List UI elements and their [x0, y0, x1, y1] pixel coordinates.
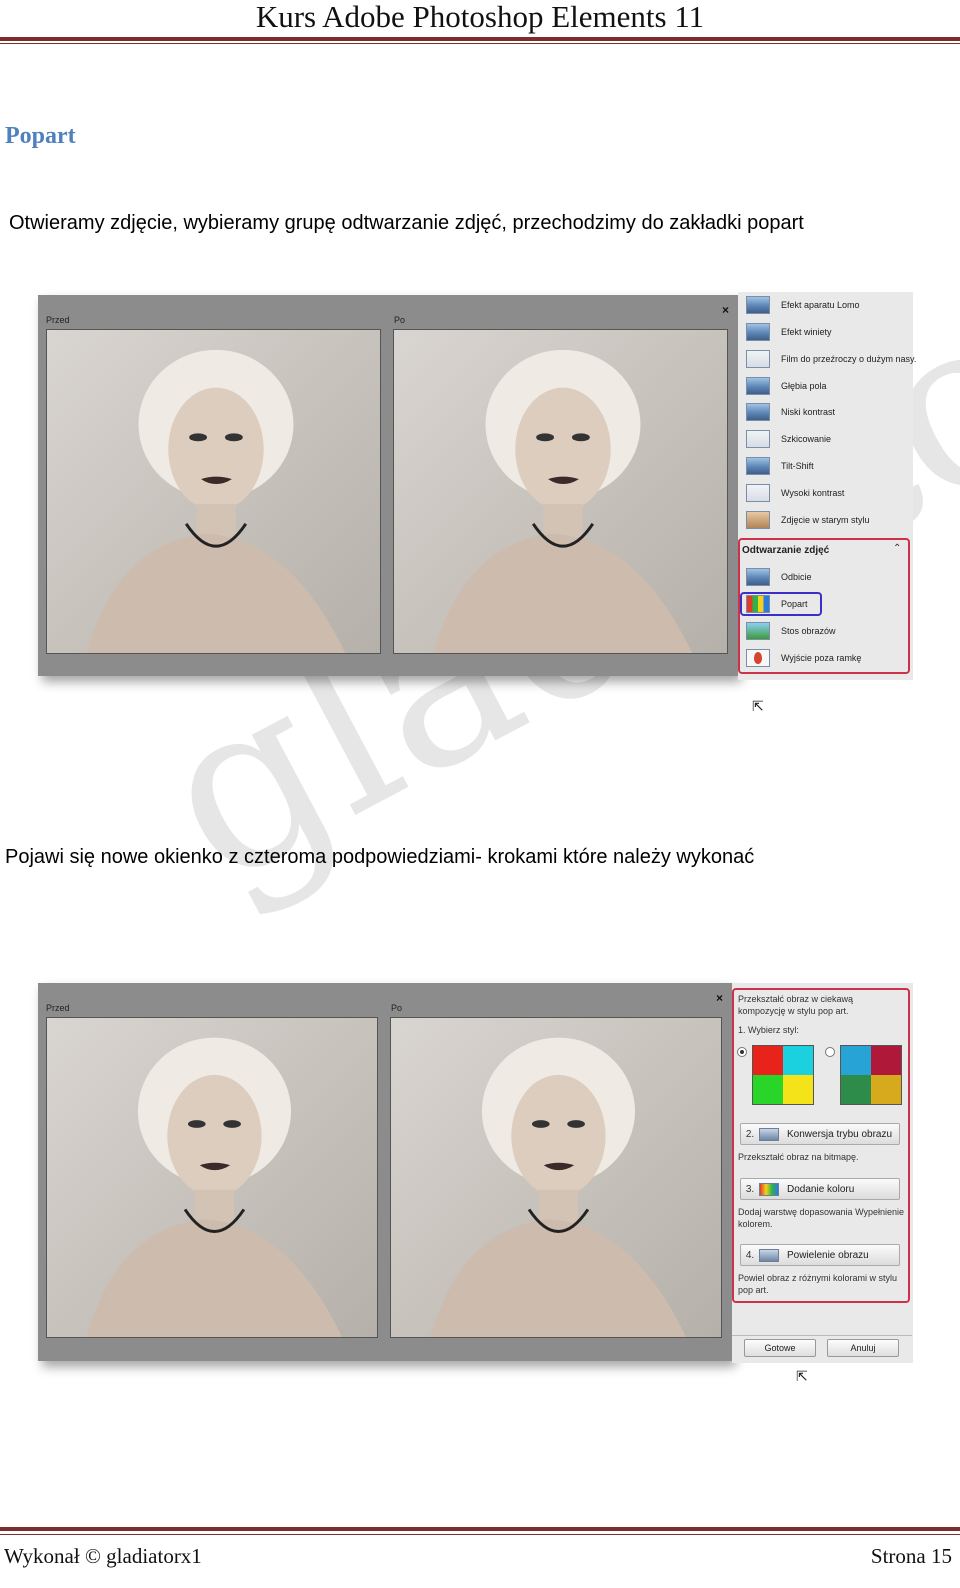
- before-photo: [46, 1017, 378, 1338]
- close-icon[interactable]: ×: [722, 303, 729, 317]
- popart-guide-panel: Przekształć obraz w ciekawą kompozycję w…: [732, 983, 913, 1363]
- before-label: Przed: [46, 315, 70, 325]
- effect-item-old-photo[interactable]: Zdjęcie w starym stylu: [746, 509, 870, 531]
- footer-rule-thin: [0, 1534, 960, 1535]
- effect-item-slide-film[interactable]: Film do przeźroczy o dużym nasy.: [746, 348, 916, 370]
- effect-label: Niski kontrast: [781, 407, 836, 417]
- effect-label: Tilt-Shift: [781, 461, 814, 471]
- effect-label: Szkicowanie: [781, 434, 832, 444]
- done-button[interactable]: Gotowe: [744, 1339, 816, 1357]
- section-heading: Popart: [5, 123, 76, 149]
- header-rule: [0, 37, 960, 41]
- portrait-image-icon: [433, 349, 693, 653]
- effect-item-tilt-shift[interactable]: Tilt-Shift: [746, 455, 814, 477]
- effects-panel: Efekt aparatu Lomo Efekt winiety Film do…: [738, 292, 916, 680]
- effect-item-sketch[interactable]: Szkicowanie: [746, 428, 831, 450]
- before-label: Przed: [46, 1003, 70, 1013]
- after-label: Po: [394, 315, 406, 325]
- page-header-title: Kurs Adobe Photoshop Elements 11: [255, 0, 705, 34]
- portrait-image-icon: [86, 1037, 343, 1337]
- intro-paragraph: Otwieramy zdjęcie, wybieramy grupę odtwa…: [9, 212, 804, 234]
- photo-thumb-icon: [746, 403, 770, 421]
- cancel-button[interactable]: Anuluj: [827, 1339, 899, 1357]
- after-label: Po: [391, 1003, 403, 1013]
- footer-author: Wykonał © gladiatorx1: [4, 1544, 202, 1568]
- highlight-steps-box: [732, 988, 910, 1303]
- effect-item-low-contrast[interactable]: Niski kontrast: [746, 401, 835, 423]
- screenshot-2-preview: Przed Po ×: [38, 983, 732, 1361]
- effect-item-high-contrast[interactable]: Wysoki kontrast: [746, 482, 844, 504]
- footer-rule: [0, 1527, 960, 1531]
- effect-label: Głębia pola: [781, 381, 827, 391]
- screenshot-1-preview: Przed Po ×: [38, 295, 738, 676]
- photo-thumb-icon: [746, 511, 770, 529]
- after-photo: [393, 329, 728, 654]
- highlight-popart-box: [740, 592, 822, 616]
- mouse-cursor-icon: ⇱: [796, 1368, 808, 1384]
- photo-thumb-icon: [746, 430, 770, 448]
- photo-thumb-icon: [746, 457, 770, 475]
- portrait-image-icon: [430, 1037, 687, 1337]
- photo-thumb-icon: [746, 377, 770, 395]
- close-icon[interactable]: ×: [716, 991, 723, 1005]
- photo-thumb-icon: [746, 484, 770, 502]
- effect-label: Film do przeźroczy o dużym nasy.: [781, 354, 917, 364]
- steps-paragraph: Pojawi się nowe okienko z czteroma podpo…: [5, 846, 755, 868]
- effect-label: Efekt aparatu Lomo: [781, 300, 860, 310]
- photo-thumb-icon: [746, 350, 770, 368]
- effect-item-lomo[interactable]: Efekt aparatu Lomo: [746, 294, 860, 316]
- effect-label: Wysoki kontrast: [781, 488, 845, 498]
- before-photo: [46, 329, 381, 654]
- after-photo: [390, 1017, 722, 1338]
- effect-item-depth-of-field[interactable]: Głębia pola: [746, 375, 827, 397]
- mouse-cursor-icon: ⇱: [752, 698, 764, 714]
- header-rule-thin: [0, 43, 960, 44]
- photo-thumb-icon: [746, 296, 770, 314]
- panel-divider: [732, 1335, 912, 1336]
- footer-page-number: Strona 15: [870, 1544, 952, 1568]
- effect-label: Efekt winiety: [781, 327, 832, 337]
- portrait-image-icon: [86, 349, 346, 653]
- effect-item-vignette[interactable]: Efekt winiety: [746, 321, 832, 343]
- photo-thumb-icon: [746, 323, 770, 341]
- effect-label: Zdjęcie w starym stylu: [781, 515, 870, 525]
